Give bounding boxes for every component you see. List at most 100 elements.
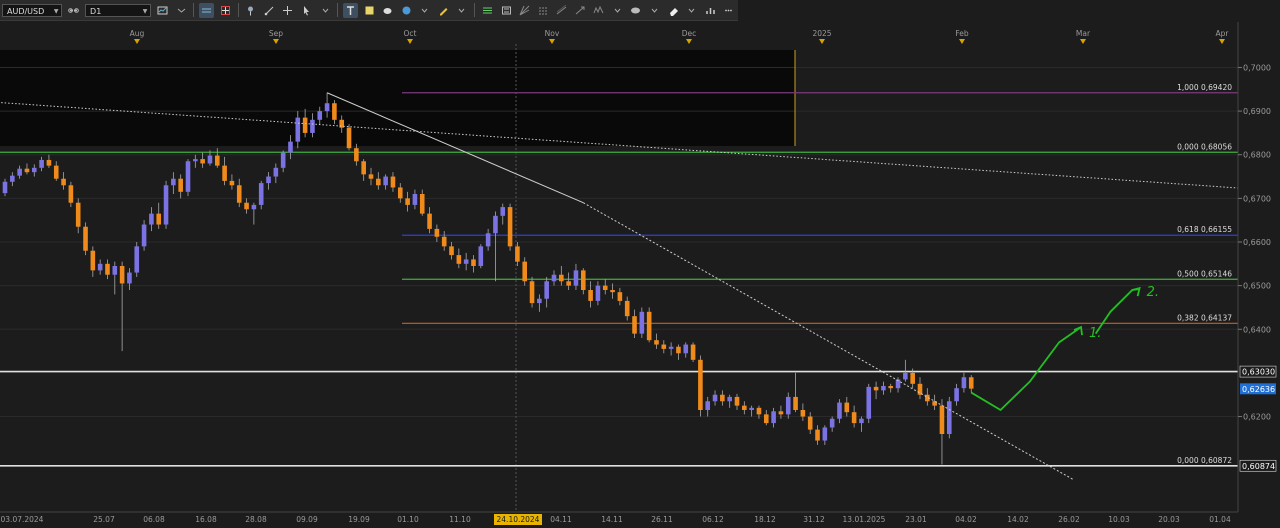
symbol-value: AUD/USD xyxy=(7,6,45,16)
price-line-tag-label: 0,63030 xyxy=(1242,368,1275,377)
bearish-candle xyxy=(332,103,337,120)
bullish-candle xyxy=(310,119,315,133)
bearish-candle xyxy=(815,429,820,441)
date-label: 18.12 xyxy=(754,515,776,524)
bullish-candle xyxy=(727,396,732,402)
chevron-down-icon[interactable] xyxy=(647,3,662,18)
arrow-icon[interactable] xyxy=(573,3,588,18)
fibonacci-level-label: 1,000 0,69420 xyxy=(1177,83,1232,92)
bearish-candle xyxy=(800,410,806,417)
eraser-icon[interactable] xyxy=(666,3,681,18)
link-icon[interactable] xyxy=(66,3,81,18)
bullish-candle xyxy=(280,152,286,168)
bullish-candle xyxy=(749,407,754,410)
fibonacci-level-label: 0,618 0,66155 xyxy=(1177,225,1232,234)
bearish-candle xyxy=(610,290,615,293)
circle-icon[interactable] xyxy=(399,3,414,18)
note-icon[interactable] xyxy=(362,3,377,18)
bullish-candle xyxy=(193,159,198,162)
date-label: 19.09 xyxy=(348,515,370,524)
bullish-candle xyxy=(903,372,908,380)
bullish-candle xyxy=(185,161,191,192)
bullish-candle xyxy=(881,386,886,391)
bearish-candle xyxy=(236,185,242,203)
bullish-candle xyxy=(595,285,601,301)
gann-icon[interactable] xyxy=(517,3,532,18)
text-tool-icon[interactable] xyxy=(343,2,358,18)
bearish-candle xyxy=(302,117,308,133)
bullish-candle xyxy=(859,418,864,424)
month-label: Feb xyxy=(955,29,969,38)
elliott-icon[interactable] xyxy=(592,3,607,18)
pin-icon[interactable] xyxy=(244,3,259,18)
bearish-candle xyxy=(449,246,454,256)
crosshair-icon[interactable] xyxy=(218,3,233,18)
bearish-candle xyxy=(354,148,359,162)
bearish-candle xyxy=(580,270,586,290)
price-tick-label: 0,7000 xyxy=(1243,63,1271,72)
symbol-select[interactable]: AUD/USD ▼ xyxy=(2,3,63,17)
current-price-label: 0,62636 xyxy=(1242,385,1275,394)
bullish-candle xyxy=(639,311,645,334)
ellipse-icon[interactable] xyxy=(629,3,644,18)
date-label: 13.01.2025 xyxy=(843,515,886,524)
price-line-tag-label: 0,60874 xyxy=(1242,462,1275,471)
month-label: Sep xyxy=(269,29,283,38)
pencil-icon[interactable] xyxy=(436,3,451,18)
move-icon[interactable] xyxy=(281,3,296,18)
bullish-candle xyxy=(478,246,484,266)
bullish-candle xyxy=(683,344,689,354)
cursor-icon[interactable] xyxy=(299,3,314,18)
bullish-candle xyxy=(266,176,271,184)
bearish-candle xyxy=(434,228,440,237)
bearish-candle xyxy=(566,281,571,286)
template-icon[interactable] xyxy=(174,3,189,18)
shape-icon[interactable] xyxy=(380,3,395,18)
bearish-candle xyxy=(742,405,747,410)
chevron-down-icon[interactable] xyxy=(684,3,699,18)
annotation-label: 2. xyxy=(1147,285,1159,300)
bullish-candle xyxy=(573,270,579,286)
regression-icon[interactable] xyxy=(554,3,569,18)
bullish-candle xyxy=(97,263,103,271)
bullish-candle xyxy=(712,394,718,402)
price-tick-label: 0,6600 xyxy=(1243,238,1271,247)
bearish-candle xyxy=(105,263,110,275)
bullish-candle xyxy=(668,346,674,349)
date-label: 01.10 xyxy=(397,515,419,524)
chevron-down-icon[interactable] xyxy=(418,3,433,18)
bullish-candle xyxy=(383,176,388,186)
price-tick-label: 0,6200 xyxy=(1243,413,1271,422)
bearish-candle xyxy=(200,159,205,164)
chart-type-icon[interactable] xyxy=(155,3,170,18)
chevron-down-icon[interactable] xyxy=(610,3,625,18)
bearish-candle xyxy=(156,213,162,225)
price-chart[interactable]: Aug Sep Oct Nov Dec 2025 Feb Mar Apr 1,000 0,694… xyxy=(0,22,1280,528)
pitchfork-icon[interactable] xyxy=(536,3,551,18)
time-axis[interactable]: 03.07.2024 25.07 06.08 16.08 28.08 09.09 19.09… xyxy=(1,514,1231,525)
bearish-candle xyxy=(734,396,740,406)
bearish-candle xyxy=(214,155,220,166)
channel-icon[interactable] xyxy=(499,3,514,18)
bearish-candle xyxy=(888,386,894,389)
bullish-candle xyxy=(954,388,959,402)
horizontal-line-icon[interactable] xyxy=(199,2,214,18)
date-label: 25.07 xyxy=(93,515,115,524)
bearish-candle xyxy=(763,414,769,424)
chevron-down-icon[interactable] xyxy=(455,3,470,18)
chart-toolbar: AUD/USD ▼ D1 ▼ xyxy=(0,0,738,21)
date-label: 14.02 xyxy=(1007,515,1029,524)
bearish-candle xyxy=(419,194,425,214)
chevron-down-icon[interactable] xyxy=(318,3,333,18)
more-icon[interactable] xyxy=(722,3,737,18)
timeframe-select[interactable]: D1 ▼ xyxy=(85,3,152,17)
line-tool-icon[interactable] xyxy=(262,3,277,18)
bearish-candle xyxy=(661,344,667,349)
fibonacci-icon[interactable] xyxy=(480,3,495,18)
indicators-icon[interactable] xyxy=(703,3,718,18)
date-label: 23.01 xyxy=(905,515,927,524)
month-label: Aug xyxy=(130,29,145,38)
bearish-candle xyxy=(793,396,798,410)
bullish-candle xyxy=(866,386,872,419)
fibonacci-level-label: 0,000 0,68056 xyxy=(1177,142,1232,151)
